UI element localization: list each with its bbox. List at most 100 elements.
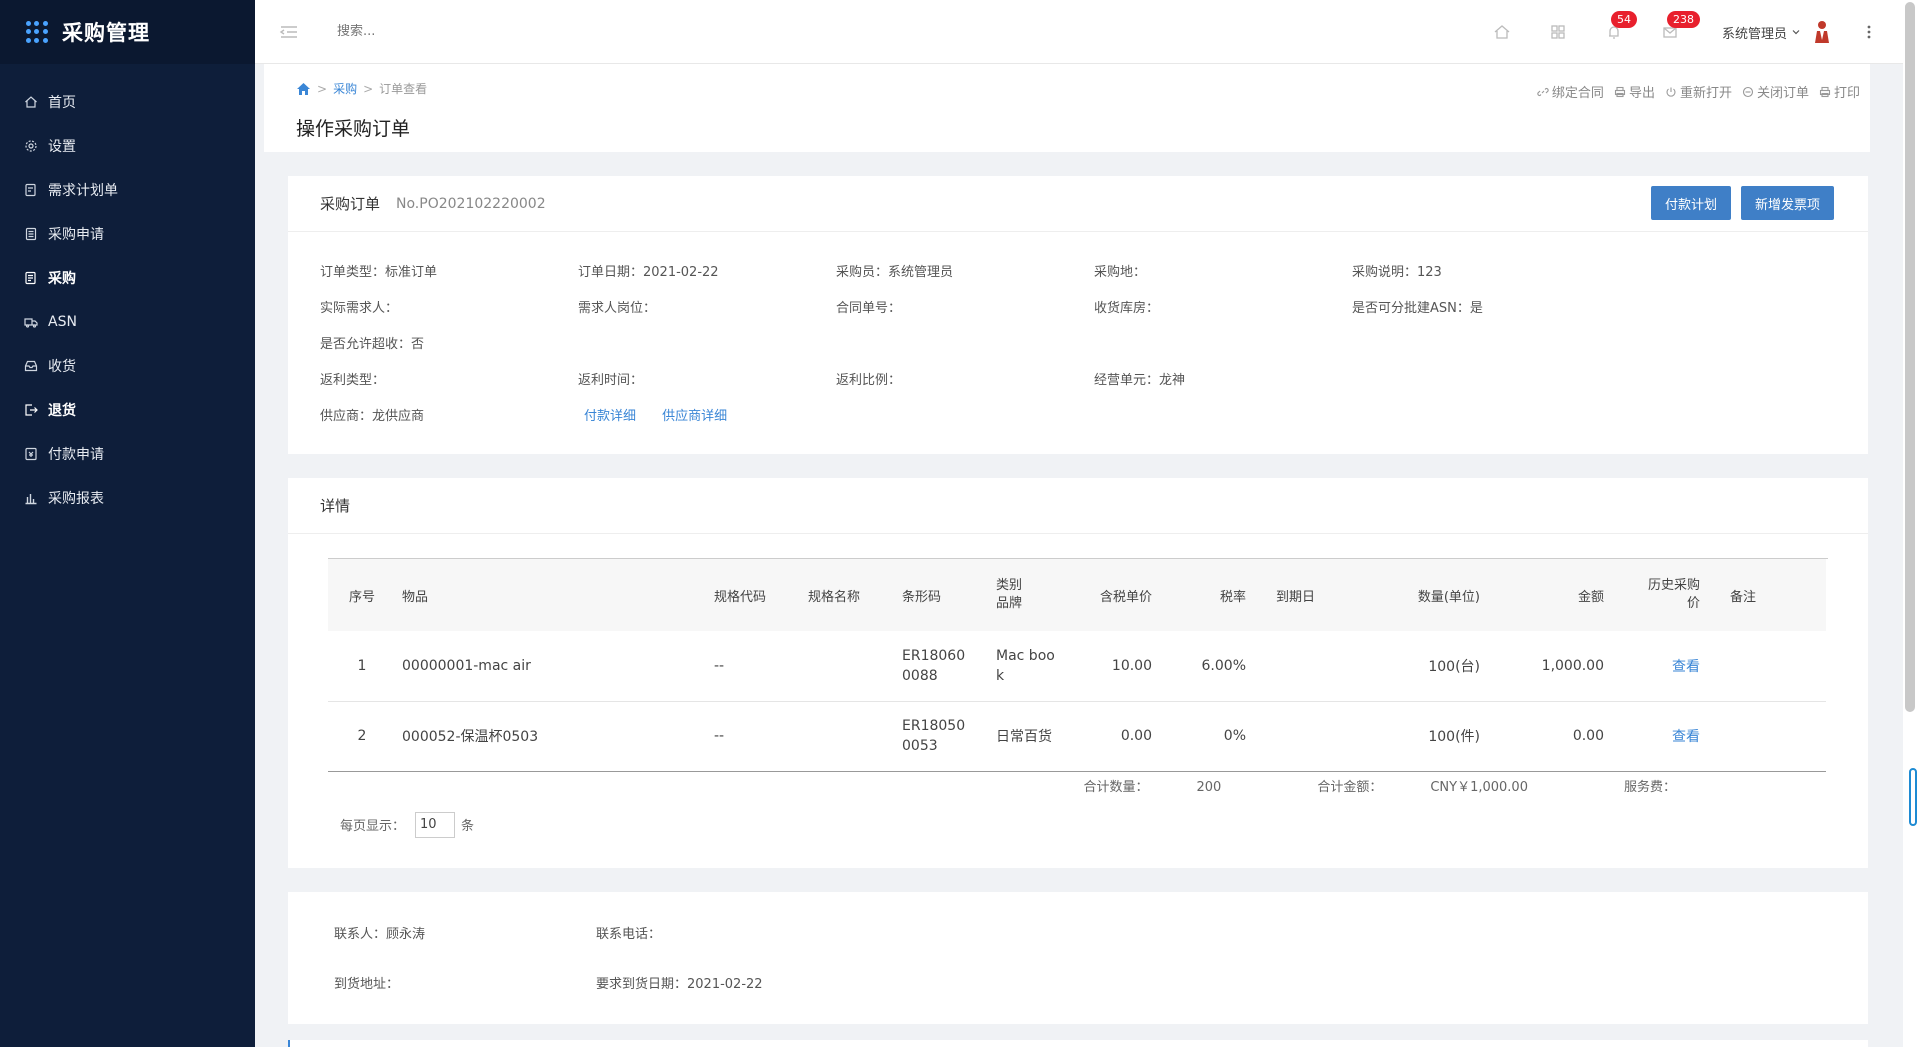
avatar[interactable] <box>1813 20 1831 44</box>
col-price-tax: 含税单价 <box>1074 559 1158 631</box>
per-page-label: 每页显示： <box>340 819 406 834</box>
col-spec-code: 规格代码 <box>708 559 802 631</box>
reopen-button[interactable]: 重新打开 <box>1665 82 1732 101</box>
cell-category-brand: 日常百货 <box>990 701 1074 772</box>
sidebar-item-demand-plan[interactable]: 需求计划单 <box>0 168 255 212</box>
sidebar-item-purchase-report[interactable]: 采购报表 <box>0 476 255 520</box>
scroll-handle[interactable] <box>1909 768 1917 826</box>
user-menu[interactable]: 系统管理员 <box>1722 23 1813 42</box>
cell-spec-code: -- <box>708 631 802 702</box>
menu-collapse-icon[interactable] <box>279 24 299 40</box>
sidebar-item-payment-request[interactable]: 付款申请 <box>0 432 255 476</box>
sidebar-item-purchase-request[interactable]: 采购申请 <box>0 212 255 256</box>
cell-barcode: ER18060 0088 <box>896 631 990 702</box>
supplier-detail-link[interactable]: 供应商详细 <box>662 409 727 424</box>
breadcrumb-separator: > <box>363 81 374 96</box>
user-name: 系统管理员 <box>1721 26 1787 42</box>
brand[interactable]: 采购管理 <box>0 0 255 64</box>
grid-icon[interactable] <box>1549 23 1567 41</box>
sidebar-item-label: 首页 <box>48 95 76 111</box>
cell-seq: 1 <box>328 631 396 702</box>
gear-icon <box>24 139 38 153</box>
sidebar-item-label: 设置 <box>48 139 76 155</box>
col-category-brand: 类别 品牌 <box>990 559 1074 631</box>
order-actions: 付款计划 新增发票项 <box>1641 186 1834 220</box>
link-icon <box>1537 87 1549 96</box>
sidebar-item-purchase[interactable]: 采购 <box>0 256 255 300</box>
cell-spec-code: -- <box>708 701 802 772</box>
cell-history-price: 查看 <box>1610 701 1706 772</box>
sidebar-item-label: 采购申请 <box>48 227 104 243</box>
close-order-button[interactable]: 关闭订单 <box>1742 82 1809 101</box>
rebate-type-field: 返利类型： <box>320 372 386 388</box>
sidebar-item-settings[interactable]: 设置 <box>0 124 255 168</box>
search-input[interactable] <box>337 24 637 39</box>
power-icon <box>1666 87 1676 97</box>
bell-icon[interactable]: 54 <box>1605 11 1637 41</box>
cell-seq: 2 <box>328 701 396 772</box>
bar-chart-icon <box>24 491 38 505</box>
order-card: 采购订单 No.PO202102220002 付款计划 新增发票项 订单类型：标… <box>288 176 1868 454</box>
sidebar-item-label: ASN <box>48 314 77 330</box>
contact-phone-field: 联系电话： <box>596 927 662 942</box>
cell-category-brand: Mac boo k <box>990 631 1074 702</box>
payment-plan-button[interactable]: 付款计划 <box>1650 186 1731 220</box>
col-item: 物品 <box>396 559 708 631</box>
details-card: 详情 序号 物品 规格代码 规格名称 条形码 类别 品牌 含税单价 税率 到期日… <box>288 478 1868 868</box>
cell-remark <box>1706 701 1826 772</box>
page-header: > 采购 > 订单查看 操作采购订单 绑定合同 导出 重新打开 关闭订单 打印 <box>264 64 1870 152</box>
print-button[interactable]: 打印 <box>1819 82 1860 101</box>
view-history-link[interactable]: 查看 <box>1672 729 1700 745</box>
contact-info: 联系人：顾永涛 联系电话： 到货地址： 要求到货日期：2021-02-22 <box>288 892 1868 1024</box>
home-icon[interactable] <box>1493 23 1511 41</box>
document-list-icon <box>24 227 38 241</box>
cell-tax-rate: 6.00% <box>1158 631 1252 702</box>
topbar: 54 238 系统管理员 <box>255 0 1903 64</box>
payment-detail-link[interactable]: 付款详细 <box>584 409 636 424</box>
col-spec-name: 规格名称 <box>802 559 896 631</box>
mail-icon[interactable]: 238 <box>1661 11 1700 41</box>
rebate-time-field: 返利时间： <box>578 372 644 388</box>
cell-amount: 1,000.00 <box>1486 631 1610 702</box>
export-button[interactable]: 导出 <box>1614 82 1655 101</box>
sidebar-item-label: 收货 <box>48 359 76 375</box>
scrollbar-thumb[interactable] <box>1905 2 1915 712</box>
sidebar-item-receive[interactable]: 收货 <box>0 344 255 388</box>
contact-card: 联系人：顾永涛 联系电话： 到货地址： 要求到货日期：2021-02-22 <box>288 891 1868 1024</box>
cell-barcode: ER18050 0053 <box>896 701 990 772</box>
bind-contract-button[interactable]: 绑定合同 <box>1537 82 1604 101</box>
sidebar-item-label: 退货 <box>48 403 76 419</box>
order-type-field: 订单类型：标准订单 <box>320 264 438 280</box>
purchase-doc-icon <box>24 271 38 285</box>
view-history-link[interactable]: 查看 <box>1672 659 1700 675</box>
apps-grid-icon[interactable] <box>26 21 48 43</box>
printer-icon <box>1819 86 1831 97</box>
col-tax-rate: 税率 <box>1158 559 1252 631</box>
sidebar-item-home[interactable]: 首页 <box>0 80 255 124</box>
order-card-title: 采购订单 <box>320 195 381 213</box>
actual-requester-field: 实际需求人： <box>320 300 399 316</box>
business-unit-field: 经营单元：龙神 <box>1094 372 1186 388</box>
breadcrumb-purchase[interactable]: 采购 <box>333 80 357 97</box>
info-row: 是否允许超收：否 <box>320 324 1836 360</box>
cell-tax-rate: 0% <box>1158 701 1252 772</box>
sidebar-item-asn[interactable]: ASN <box>0 300 255 344</box>
cell-qty-unit: 100(件) <box>1336 701 1486 772</box>
contract-no-field: 合同单号： <box>836 300 902 316</box>
details-title: 详情 <box>320 497 351 515</box>
sidebar-item-return[interactable]: 退货 <box>0 388 255 432</box>
chevron-down-icon <box>1792 30 1800 35</box>
order-number: No.PO202102220002 <box>396 195 546 212</box>
required-date-field: 要求到货日期：2021-02-22 <box>596 977 763 992</box>
more-vertical-icon[interactable] <box>1867 24 1871 40</box>
add-invoice-button[interactable]: 新增发票项 <box>1740 186 1834 220</box>
rebate-ratio-field: 返利比例： <box>836 372 902 388</box>
per-page-input[interactable] <box>415 811 456 838</box>
scrollbar[interactable] <box>1903 0 1918 1047</box>
info-row: 返利类型： 返利时间： 返利比例： 经营单元：龙神 <box>320 360 1836 396</box>
purchase-place-field: 采购地： <box>1094 264 1147 280</box>
truck-icon <box>24 315 38 329</box>
sidebar-menu: 首页 设置 需求计划单 采购申请 采购 ASN 收货 退货 付款申请 采购报表 <box>0 80 255 520</box>
contact-row: 到货地址： 要求到货日期：2021-02-22 <box>334 958 1822 1008</box>
home-icon[interactable] <box>296 82 311 96</box>
